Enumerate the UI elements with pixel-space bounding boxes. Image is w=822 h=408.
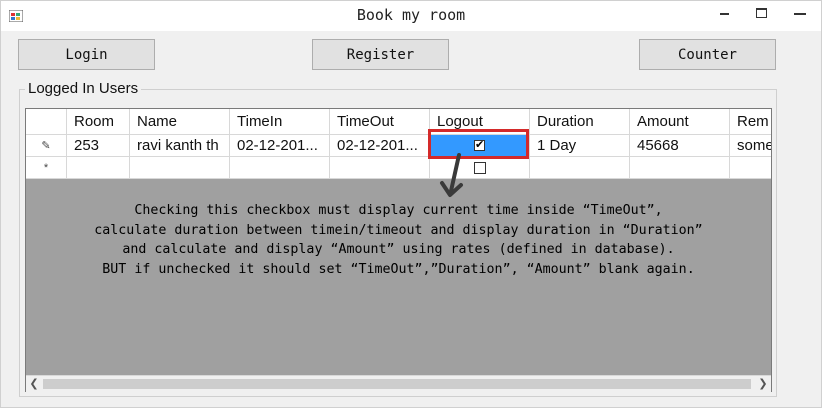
new-cell-timeout[interactable] [330,157,430,179]
new-cell-room[interactable] [67,157,130,179]
window-title: Book my room [356,6,466,24]
login-button[interactable]: Login [18,39,155,70]
column-header-amount[interactable]: Amount [630,109,730,135]
group-label: Logged In Users [25,80,142,97]
new-cell-amount[interactable] [630,157,730,179]
scroll-left-icon[interactable]: ❮ [26,376,42,392]
cell-room[interactable]: 253 [67,135,130,157]
new-cell-duration[interactable] [530,157,630,179]
annotation-line: and calculate and display “Amount” using… [122,242,675,257]
new-cell-timein[interactable] [230,157,330,179]
minimize-button[interactable] [707,1,741,29]
new-row-marker: * [26,157,67,179]
maximize-button[interactable] [744,1,778,29]
column-header-name[interactable]: Name [130,109,230,135]
new-cell-remarks[interactable] [730,157,771,179]
cell-remarks[interactable]: some [730,135,771,157]
column-header-room[interactable]: Room [67,109,130,135]
new-row[interactable]: * [26,157,771,179]
scroll-right-icon[interactable]: ❯ [755,376,771,392]
new-cell-name[interactable] [130,157,230,179]
app-window: Book my room Login Register Counter Logg… [0,0,822,408]
register-button[interactable]: Register [312,39,449,70]
title-bar: Book my room [1,1,821,31]
annotation-line: Checking this checkbox must display curr… [134,203,663,218]
table-row[interactable]: ✎ 253 ravi kanth th 02-12-201... 02-12-2… [26,135,771,157]
annotation-line: calculate duration between timein/timeou… [94,222,703,238]
close-icon [794,13,806,15]
cell-amount[interactable]: 45668 [630,135,730,157]
annotation-text: Checking this checkbox must display curr… [27,201,770,279]
column-header-timeout[interactable]: TimeOut [330,109,430,135]
maximize-icon [756,8,767,18]
cell-timein[interactable]: 02-12-201... [230,135,330,157]
cell-name[interactable]: ravi kanth th [130,135,230,157]
column-header-duration[interactable]: Duration [530,109,630,135]
cell-timeout[interactable]: 02-12-201... [330,135,430,157]
minimize-icon [720,13,729,15]
scrollbar-thumb[interactable] [43,379,751,389]
column-header-timein[interactable]: TimeIn [230,109,330,135]
counter-button[interactable]: Counter [639,39,776,70]
row-edit-marker[interactable]: ✎ [26,135,67,157]
row-header-corner [26,109,67,135]
new-logout-checkbox[interactable] [473,161,486,174]
annotation-arrow-icon [440,153,463,197]
horizontal-scrollbar[interactable]: ❮ ❯ [26,375,771,392]
column-header-remarks[interactable]: Rem [730,109,771,135]
close-button[interactable] [779,1,821,29]
cell-duration[interactable]: 1 Day [530,135,630,157]
grid-header: Room Name TimeIn TimeOut Logout Duration… [26,109,771,135]
annotation-line: BUT if unchecked it should set “TimeOut”… [102,261,695,277]
